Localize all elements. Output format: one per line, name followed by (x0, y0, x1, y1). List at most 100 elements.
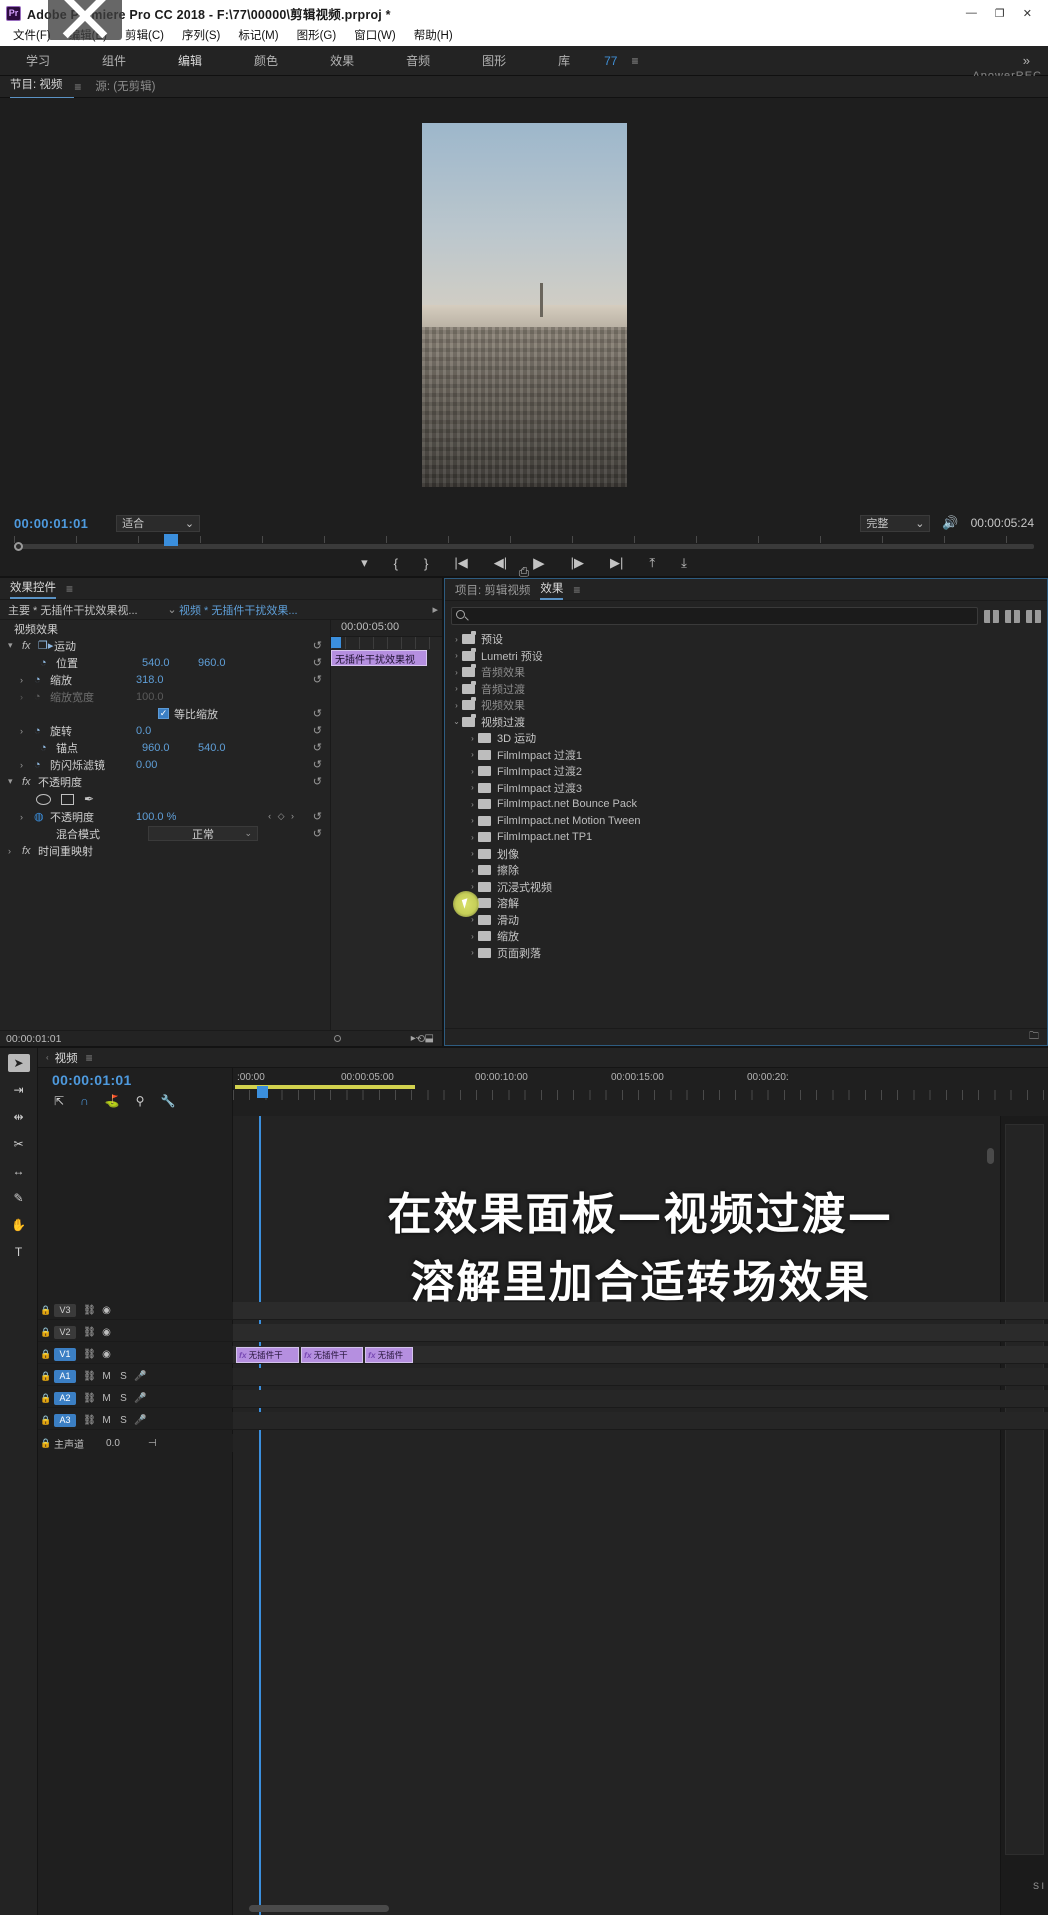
monitor-playhead[interactable] (164, 534, 178, 546)
twirl-closed-icon[interactable]: › (451, 668, 462, 677)
property-row-opacity[interactable]: › ◍ 不透明度 100.0 % ‹ ◇ › ↺ (0, 808, 330, 825)
menu-item-6[interactable]: 窗口(W) (345, 26, 405, 46)
workspace-menu-icon[interactable]: ≡ (625, 54, 644, 68)
menu-item-4[interactable]: 标记(M) (229, 26, 287, 46)
timeline-minimap[interactable]: S I (1000, 1116, 1048, 1915)
mute-button[interactable]: M (98, 1393, 115, 1404)
twirl-closed-icon[interactable]: › (451, 651, 462, 660)
timeline-canvas[interactable]: 在效果面板—视频过渡— 溶解里加合适转场效果 S I fx 无插件干 fx 无插件干 f… (233, 1116, 1048, 1915)
track-header-V2[interactable]: 🔒 V2 ⛓ ◉ (38, 1324, 233, 1342)
workspace-tab-学习[interactable]: 学习 (0, 46, 76, 76)
tab-source-noclip[interactable]: 源: (无剪辑) (95, 76, 167, 98)
timeline-clip-2[interactable]: fx 无插件 (365, 1347, 413, 1363)
hand-tool[interactable]: ✋ (8, 1216, 30, 1234)
twirl-closed-icon[interactable]: › (467, 816, 478, 825)
step-forward-button[interactable]: |▶ (571, 555, 584, 571)
property-value-x[interactable]: 960.0 (142, 742, 198, 754)
razor-tool[interactable]: ✂ (8, 1135, 30, 1153)
workspace-tab-效果[interactable]: 效果 (304, 46, 380, 76)
twirl-icon[interactable]: › (8, 846, 22, 856)
solo-button[interactable]: S (115, 1393, 132, 1404)
master-track-header[interactable]: 🔒 主声道 0.0 ⊣ (38, 1434, 233, 1452)
rectangle-mask-icon[interactable] (61, 793, 74, 805)
property-value-y[interactable]: 960.0 (198, 657, 254, 669)
lock-icon[interactable]: 🔒 (38, 1305, 54, 1316)
maximize-button[interactable]: ❐ (995, 7, 1005, 20)
monitor-tab-bar[interactable]: 节目: 视频 ≡ 源: (无剪辑) (0, 76, 1048, 99)
menu-item-7[interactable]: 帮助(H) (405, 26, 462, 46)
timeline-current-timecode[interactable]: 00:00:01:01 (38, 1068, 232, 1088)
new-custom-bin-icon[interactable]: 🗀 (1029, 1029, 1039, 1046)
workspace-tab-颜色[interactable]: 颜色 (228, 46, 304, 76)
pen-tool[interactable]: ✎ (8, 1189, 30, 1207)
selection-tool[interactable]: ➤ (7, 1054, 30, 1072)
effects-panel-menu-icon[interactable]: ≡ (573, 583, 580, 597)
twirl-closed-icon[interactable]: › (467, 882, 478, 891)
twirl-closed-icon[interactable]: › (467, 734, 478, 743)
effect-controls-panel-menu-icon[interactable]: ≡ (66, 582, 73, 596)
property-row-antiflicker[interactable]: › ◔ 防闪烁滤镜 0.00 ↺ (0, 756, 330, 773)
twirl-closed-icon[interactable]: › (467, 800, 478, 809)
type-tool[interactable]: T (8, 1243, 30, 1261)
effects-tree-item-7[interactable]: › FilmImpact 过渡1 (445, 747, 1047, 764)
tab-project-clipvideo[interactable]: 项目: 剪辑视频 (455, 582, 530, 598)
track-header-V1[interactable]: 🔒 V1 ⛓ ◉ (38, 1346, 233, 1364)
ycbcr-icon[interactable] (1026, 609, 1041, 623)
timeline-playhead-marker[interactable] (257, 1086, 268, 1098)
mark-out-button[interactable]: } (424, 556, 428, 571)
twirl-icon[interactable]: › (20, 812, 34, 822)
monitor-panel-menu-icon[interactable]: ≡ (74, 80, 95, 94)
marker-icon[interactable]: ⛳ (105, 1094, 120, 1108)
twirl-closed-icon[interactable]: › (467, 849, 478, 858)
reset-icon[interactable]: ↺ (313, 741, 322, 754)
track-lane-A1[interactable] (233, 1368, 1048, 1386)
menu-item-5[interactable]: 图形(G) (288, 26, 346, 46)
track-target-icon[interactable]: ⛓ (81, 1305, 98, 1316)
blend-mode-select[interactable]: 正常 ⌄ (148, 826, 258, 841)
twirl-closed-icon[interactable]: › (451, 684, 462, 693)
monitor-duration-timecode[interactable]: 00:00:05:24 (971, 516, 1034, 530)
mute-button[interactable]: M (98, 1371, 115, 1382)
chevron-down-icon[interactable]: ⌄ (165, 603, 179, 616)
track-name-A1[interactable]: A1 (54, 1370, 76, 1383)
timeline-tab-bar[interactable]: ‹ 视频 ≡ (38, 1048, 1048, 1068)
uniform-scale-row[interactable]: ✓ 等比缩放 ↺ (0, 705, 330, 722)
close-button[interactable]: ✕ (1023, 7, 1032, 20)
twirl-icon[interactable]: › (20, 760, 34, 770)
workspace-tab-编辑[interactable]: 编辑 (152, 46, 228, 76)
track-lane-V2[interactable] (233, 1324, 1048, 1342)
track-lane-V3[interactable] (233, 1302, 1048, 1320)
uniform-scale-checkbox-group[interactable]: ✓ 等比缩放 (158, 706, 218, 722)
workspace-bar[interactable]: ApowerREC 学习组件编辑颜色效果音频图形库77≡» (0, 46, 1048, 82)
mask-shape-tools[interactable]: ✒ (0, 790, 330, 808)
property-row-anchor-point[interactable]: ◔ 锚点 960.0 540.0 ↺ (0, 739, 330, 756)
search-input[interactable] (451, 607, 978, 625)
track-name-V2[interactable]: V2 (54, 1326, 76, 1339)
monitor-current-timecode[interactable]: 00:00:01:01 (14, 516, 88, 531)
zoom-handle-left-icon[interactable] (334, 1035, 341, 1042)
effects-tree[interactable]: › 预设 › Lumetri 预设 › 音频效果 › 音频过渡 › 视频效果 ⌄ 视频过渡 › 3D 运动… (445, 629, 1047, 1028)
property-value-x[interactable]: 540.0 (142, 657, 198, 669)
reset-icon[interactable]: ↺ (313, 639, 322, 652)
property-row-scale-width[interactable]: › ◔ 缩放宽度 100.0 (0, 688, 330, 705)
workspace-tab-组件[interactable]: 组件 (76, 46, 152, 76)
twirl-icon[interactable]: › (20, 726, 34, 736)
chevron-left-icon[interactable]: ‹ (46, 1053, 49, 1062)
track-header-A3[interactable]: 🔒 A3 ⛓ M S 🎤 (38, 1412, 233, 1430)
twirl-icon[interactable]: › (20, 675, 34, 685)
menu-item-3[interactable]: 序列(S) (173, 26, 229, 46)
eye-icon[interactable]: ◉ (98, 1349, 115, 1360)
step-back-button[interactable]: ◀| (494, 555, 507, 571)
track-select-tool[interactable]: ⇥ (8, 1081, 30, 1099)
track-target-icon[interactable]: ⛓ (81, 1371, 98, 1382)
workspace-count-badge[interactable]: 77 (596, 46, 625, 76)
tools-panel[interactable]: ➤ ⇥ ⇹ ✂ ↔ ✎ ✋ T (0, 1048, 38, 1915)
twirl-closed-icon[interactable]: › (467, 866, 478, 875)
track-header-A1[interactable]: 🔒 A1 ⛓ M S 🎤 (38, 1368, 233, 1386)
track-name-V1[interactable]: V1 (54, 1348, 76, 1361)
effects-tree-item-2[interactable]: › 音频效果 (445, 664, 1047, 681)
track-name-V3[interactable]: V3 (54, 1304, 76, 1317)
lock-icon[interactable]: 🔒 (38, 1371, 54, 1382)
reset-icon[interactable]: ↺ (313, 707, 322, 720)
tab-effects[interactable]: 效果 (540, 580, 564, 600)
